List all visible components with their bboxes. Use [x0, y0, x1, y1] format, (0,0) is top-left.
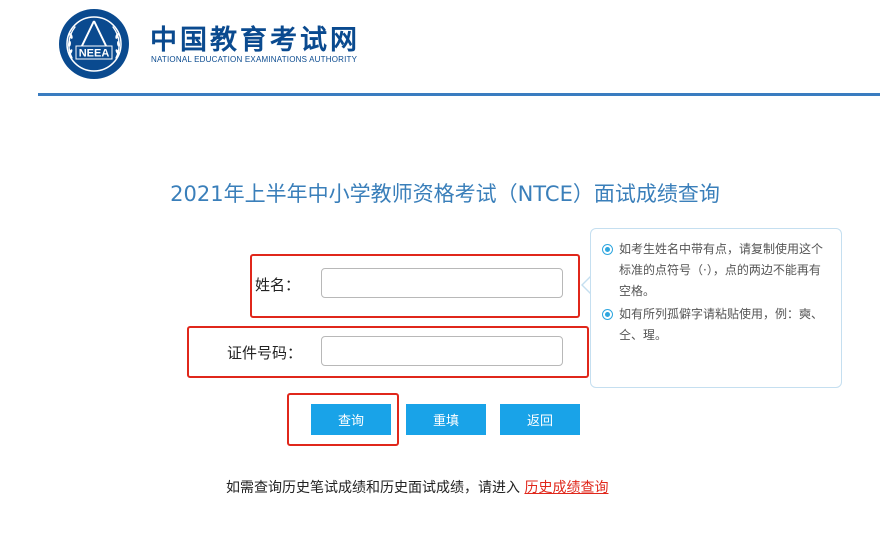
site-name-en: NATIONAL EDUCATION EXAMINATIONS AUTHORIT… [151, 55, 358, 64]
reset-button[interactable]: 重填 [406, 404, 486, 435]
header-divider [38, 93, 880, 96]
name-input[interactable] [321, 268, 563, 298]
id-label: 证件号码： [226, 344, 302, 362]
history-score-link[interactable]: 历史成绩查询 [524, 480, 608, 496]
tip-item: 如有所列孤僻字请粘贴使用，例：奭、仝、瑆。 [602, 304, 831, 346]
page-title: 2021年上半年中小学教师资格考试（NTCE）面试成绩查询 [170, 182, 720, 206]
query-button[interactable]: 查询 [311, 404, 391, 435]
id-number-input[interactable] [321, 336, 563, 366]
tip-item: 如考生姓名中带有点，请复制使用这个标准的点符号（·），点的两边不能再有空格。 [602, 239, 831, 302]
radio-bullet-icon [602, 244, 613, 255]
logo-text: NEEA [79, 48, 110, 60]
tip-text: 如考生姓名中带有点，请复制使用这个标准的点符号（·），点的两边不能再有空格。 [619, 242, 824, 298]
back-button[interactable]: 返回 [500, 404, 580, 435]
radio-bullet-icon [602, 309, 613, 320]
neea-logo-icon: NEEA [59, 9, 129, 79]
tip-text: 如有所列孤僻字请粘贴使用，例：奭、仝、瑆。 [619, 307, 824, 342]
history-notice: 如需查询历史笔试成绩和历史面试成绩，请进入 历史成绩查询 [226, 477, 608, 497]
tips-box: 如考生姓名中带有点，请复制使用这个标准的点符号（·），点的两边不能再有空格。 如… [590, 228, 842, 388]
name-label: 姓名： [254, 276, 300, 294]
site-name-cn: 中国教育考试网 [150, 25, 360, 56]
site-header: NEEA 中国教育考试网 NATIONAL EDUCATION EXAMINAT… [0, 0, 880, 96]
history-notice-text: 如需查询历史笔试成绩和历史面试成绩，请进入 [226, 480, 520, 496]
